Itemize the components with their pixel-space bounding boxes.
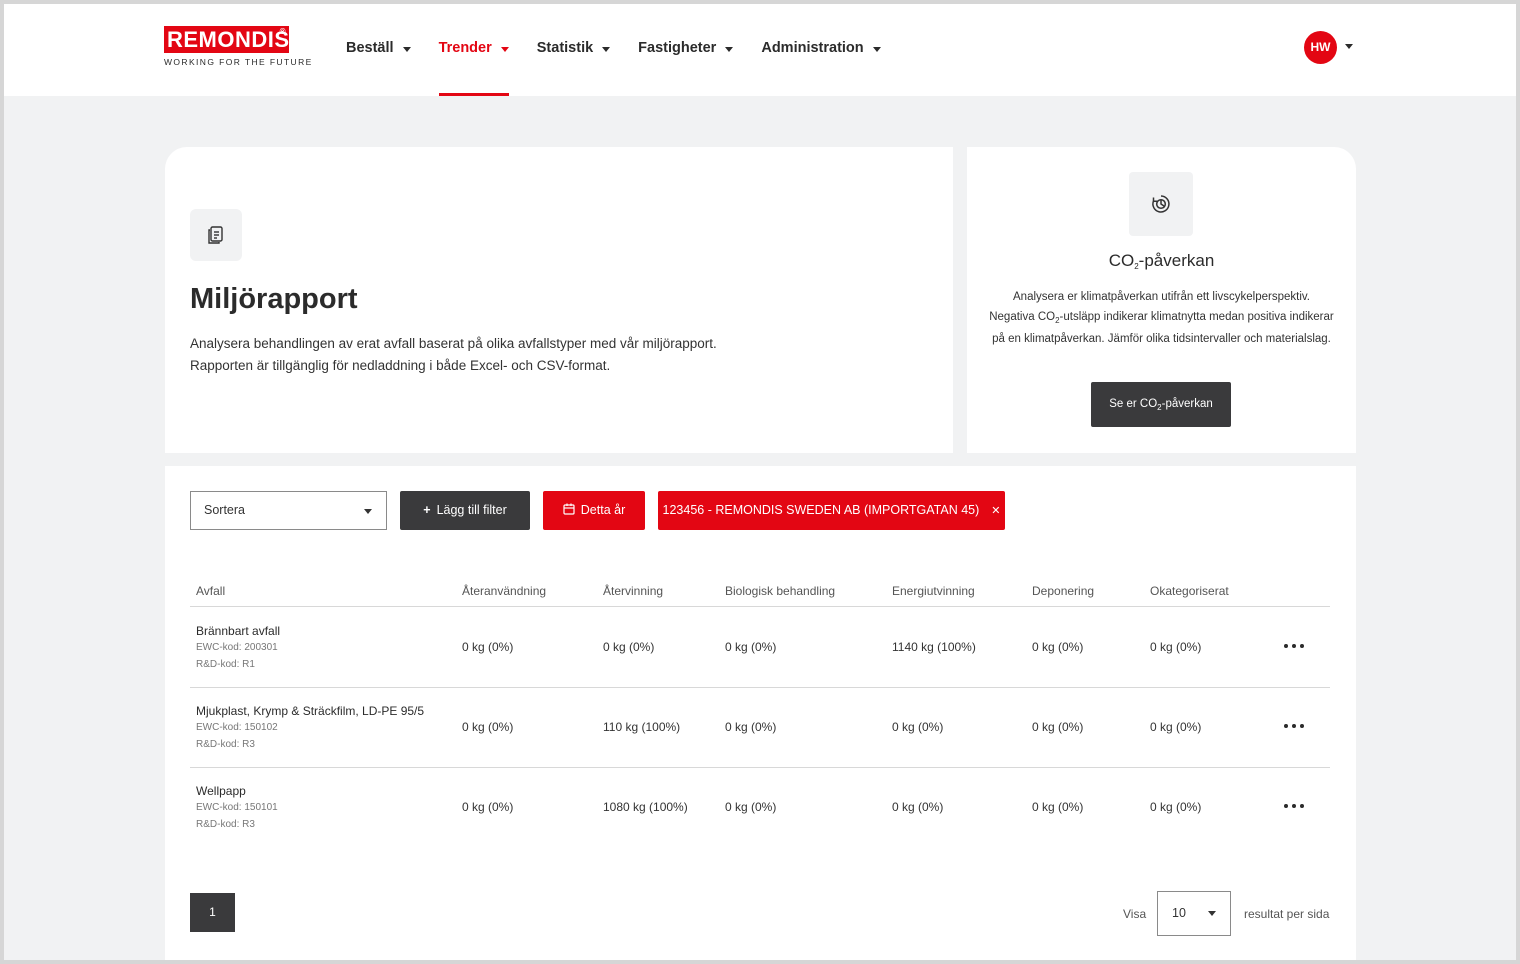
value-ateranvandning: 0 kg (0%) [462,720,514,734]
sort-select-value: Sortera [204,503,245,517]
nav-label: Beställ [346,40,394,56]
value-atervinning: 1080 kg (100%) [603,800,688,814]
sort-select[interactable]: Sortera [190,491,387,530]
value-ateranvandning: 0 kg (0%) [462,640,514,654]
calendar-icon [563,491,575,530]
nav-label: Statistik [536,40,594,56]
rd-code: R&D-kod: R3 [196,819,255,830]
close-icon[interactable]: ✕ [991,492,1000,531]
nav-item-administration[interactable]: Administration [761,0,881,96]
waste-name: Wellpapp [196,784,246,798]
table-row: Wellpapp EWC-kod: 150101 R&D-kod: R3 0 k… [190,768,1330,848]
nav-item-statistik[interactable]: Statistik [536,0,611,96]
per-page-select[interactable]: 10 [1157,891,1231,936]
report-description-line: Rapporten är tillgänglig för nedladdning… [190,358,611,373]
value-okategoriserat: 0 kg (0%) [1150,720,1202,734]
company-filter-label: 123456 - REMONDIS SWEDEN AB (IMPORTGATAN… [662,503,980,517]
value-energiutvinning: 1140 kg (100%) [892,640,976,654]
value-biologisk: 0 kg (0%) [725,720,777,734]
chevron-down-icon [500,46,509,52]
top-header: REMONDIS ® WORKING FOR THE FUTURE Beställ… [0,0,1520,96]
chevron-down-icon [364,509,372,514]
value-atervinning: 110 kg (100%) [603,720,681,734]
value-ateranvandning: 0 kg (0%) [462,800,514,814]
column-header-okategoriserat[interactable]: Okategoriserat [1150,584,1229,598]
co2-description: Analysera er klimatpåverkan utifrån ett … [989,288,1334,350]
remondis-logo[interactable]: REMONDIS ® WORKING FOR THE FUTURE [164,26,313,67]
per-page-suffix: resultat per sida [1244,907,1330,921]
nav-item-fastigheter[interactable]: Fastigheter [638,0,734,96]
rd-code: R&D-kod: R3 [196,739,255,750]
add-filter-button[interactable]: + Lägg till filter [400,491,530,530]
plus-icon: + [423,503,431,517]
table-row: Brännbart avfall EWC-kod: 200301 R&D-kod… [190,608,1330,688]
column-header-atervinning[interactable]: Återvinning [603,584,663,598]
main-nav: Beställ Trender Statistik Fastigheter Ad… [346,0,909,96]
waste-table-card: Sortera + Lägg till filter Detta år 12345… [165,466,1356,964]
waste-name: Brännbart avfall [196,624,281,638]
waste-name: Mjukplast, Krymp & Sträckfilm, LD-PE 95/… [196,704,425,718]
co2-title: CO2-påverkan [967,251,1356,271]
nav-item-trender[interactable]: Trender [438,0,509,96]
page-title: Miljörapport [190,283,358,315]
logo-name: REMONDIS [167,27,290,52]
table-header: Avfall Återanvändning Återvinning Biolog… [190,577,1330,607]
co2-title-suffix: -påverkan [1138,251,1215,270]
value-energiutvinning: 0 kg (0%) [892,800,944,814]
ewc-code: EWC-kod: 150102 [196,722,278,733]
column-header-ateranvandning[interactable]: Återanvändning [462,584,546,598]
co2-card: CO2-påverkan Analysera er klimatpåverkan… [967,147,1356,453]
co2-button-suffix: -påverkan [1161,398,1213,410]
chart-cycle-icon [1129,172,1193,236]
document-icon [190,209,242,261]
value-energiutvinning: 0 kg (0%) [892,720,944,734]
column-header-avfall[interactable]: Avfall [196,584,225,598]
column-header-biologisk-behandling[interactable]: Biologisk behandling [725,584,835,598]
more-options-icon[interactable] [1284,638,1304,654]
ewc-code: EWC-kod: 200301 [196,642,278,653]
value-deponering: 0 kg (0%) [1032,800,1084,814]
more-options-icon[interactable] [1284,718,1304,734]
chevron-down-icon [402,46,411,52]
more-options-icon[interactable] [1284,798,1304,814]
pagination-page-button[interactable]: 1 [190,893,235,932]
chevron-down-icon [872,46,881,52]
see-co2-button[interactable]: Se er CO2-påverkan [1091,382,1231,427]
report-description-line: Analysera behandlingen av erat avfall ba… [190,336,717,351]
user-avatar[interactable]: HW [1304,31,1337,64]
nav-label: Trender [438,40,492,56]
company-filter-chip[interactable]: 123456 - REMONDIS SWEDEN AB (IMPORTGATAN… [658,491,1005,530]
period-filter-label: Detta år [580,503,626,517]
period-filter-chip[interactable]: Detta år [543,491,645,530]
ewc-code: EWC-kod: 150101 [196,802,278,813]
value-deponering: 0 kg (0%) [1032,640,1084,654]
co2-button-prefix: Se er CO [1109,398,1158,410]
add-filter-label: Lägg till filter [436,503,507,517]
value-okategoriserat: 0 kg (0%) [1150,640,1202,654]
logo-wordmark: REMONDIS ® [164,26,289,53]
table-row: Mjukplast, Krymp & Sträckfilm, LD-PE 95/… [190,688,1330,768]
report-description: Analysera behandlingen av erat avfall ba… [190,333,790,377]
value-okategoriserat: 0 kg (0%) [1150,800,1202,814]
column-header-energiutvinning[interactable]: Energiutvinning [892,584,975,598]
rd-code: R&D-kod: R1 [196,659,255,670]
nav-item-bestall[interactable]: Beställ [346,0,411,96]
logo-registered: ® [279,27,286,36]
nav-label: Administration [761,40,864,56]
logo-tagline: WORKING FOR THE FUTURE [164,57,313,67]
report-card: Miljörapport Analysera behandlingen av e… [165,147,953,453]
value-atervinning: 0 kg (0%) [603,640,655,654]
per-page-label: Visa [1123,907,1147,921]
chevron-down-icon [602,46,611,52]
value-deponering: 0 kg (0%) [1032,720,1084,734]
value-biologisk: 0 kg (0%) [725,800,777,814]
per-page-value: 10 [1172,906,1186,920]
user-menu-chevron-icon[interactable] [1345,44,1353,49]
nav-label: Fastigheter [638,40,717,56]
value-biologisk: 0 kg (0%) [725,640,777,654]
chevron-down-icon [725,46,734,52]
chevron-down-icon [1208,911,1216,916]
co2-title-prefix: CO [1108,251,1135,270]
column-header-deponering[interactable]: Deponering [1032,584,1094,598]
